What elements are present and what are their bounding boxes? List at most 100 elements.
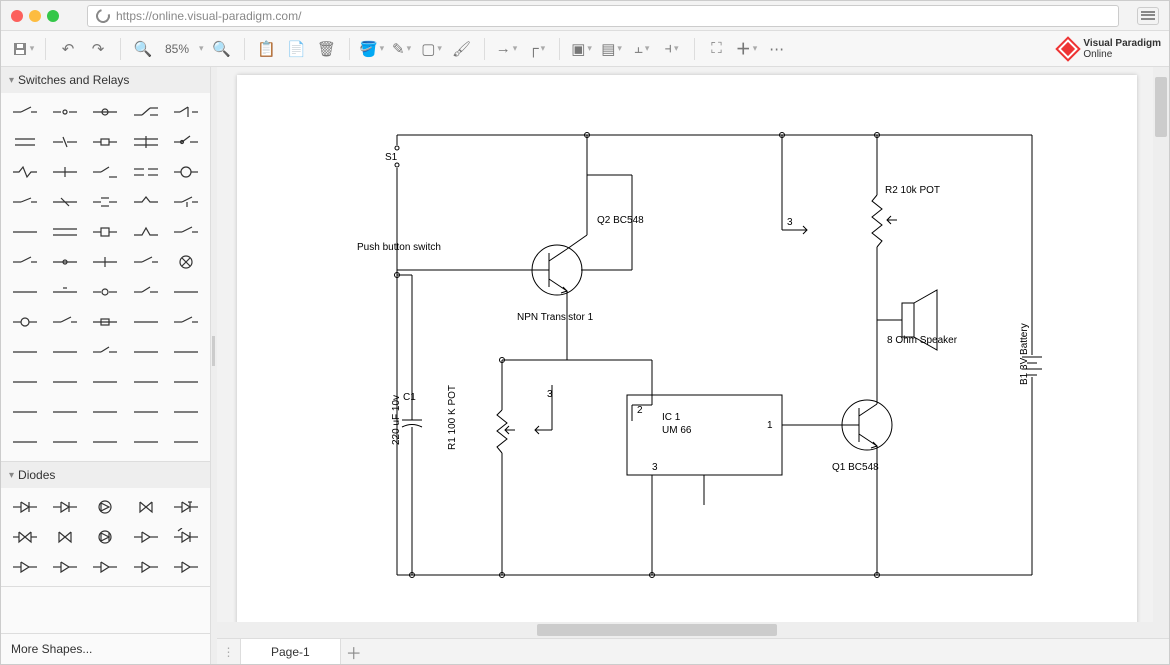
shape-item[interactable] [168, 159, 204, 185]
shape-item[interactable] [168, 399, 204, 425]
shape-item[interactable] [168, 219, 204, 245]
palette-header-diodes[interactable]: Diodes [1, 462, 210, 488]
maximize-window-button[interactable] [47, 10, 59, 22]
connector-start-button[interactable]: →▾ [493, 35, 521, 63]
canvas-scroll[interactable]: S1 Push button switch Q2 BC548 NPN Trans… [217, 67, 1169, 622]
horizontal-scrollbar[interactable] [217, 622, 1169, 638]
shape-item[interactable] [128, 399, 164, 425]
close-window-button[interactable] [11, 10, 23, 22]
shape-item[interactable] [128, 219, 164, 245]
shape-item[interactable] [47, 249, 83, 275]
shape-item[interactable] [47, 129, 83, 155]
save-button[interactable]: ▾ [9, 35, 37, 63]
shape-item[interactable] [128, 309, 164, 335]
shape-item[interactable] [87, 99, 123, 125]
shape-item[interactable] [128, 159, 164, 185]
shape-item[interactable] [47, 159, 83, 185]
shape-item[interactable] [7, 129, 43, 155]
menu-icon[interactable] [1137, 7, 1159, 25]
shape-item[interactable] [7, 524, 43, 550]
shape-item[interactable] [87, 399, 123, 425]
shape-item[interactable] [87, 249, 123, 275]
shape-item[interactable] [168, 524, 204, 550]
drawing-page[interactable]: S1 Push button switch Q2 BC548 NPN Trans… [237, 75, 1137, 622]
shape-item[interactable] [87, 429, 123, 455]
delete-button[interactable]: 🗑 [313, 35, 341, 63]
shape-item[interactable] [168, 99, 204, 125]
shape-item[interactable] [47, 219, 83, 245]
line-color-button[interactable]: ✎▾ [388, 35, 416, 63]
shape-item[interactable] [128, 429, 164, 455]
fill-color-button[interactable]: 🪣▾ [358, 35, 386, 63]
to-back-button[interactable]: ▤▾ [598, 35, 626, 63]
connector-style-button[interactable]: ┌▾ [523, 35, 551, 63]
shape-item[interactable] [87, 189, 123, 215]
more-button[interactable]: ⋯ [763, 35, 791, 63]
shape-item[interactable] [47, 339, 83, 365]
shape-item[interactable] [87, 554, 123, 580]
shape-item[interactable] [87, 159, 123, 185]
shape-item[interactable] [47, 494, 83, 520]
shape-item[interactable] [87, 339, 123, 365]
more-shapes-button[interactable]: More Shapes... [1, 633, 210, 664]
shape-item[interactable] [168, 429, 204, 455]
shape-item[interactable] [128, 129, 164, 155]
shadow-button[interactable]: ▢▾ [418, 35, 446, 63]
shape-item[interactable] [168, 129, 204, 155]
palette-header-switches[interactable]: Switches and Relays [1, 67, 210, 93]
distribute-button[interactable]: ⫞▾ [658, 35, 686, 63]
shape-item[interactable] [128, 339, 164, 365]
shape-item[interactable] [128, 249, 164, 275]
to-front-button[interactable]: ▣▾ [568, 35, 596, 63]
shape-item[interactable] [168, 279, 204, 305]
shape-item[interactable] [7, 99, 43, 125]
zoom-in-button[interactable]: 🔍 [208, 35, 236, 63]
shape-item[interactable] [7, 309, 43, 335]
shape-item[interactable] [87, 309, 123, 335]
shape-item[interactable] [47, 279, 83, 305]
align-button[interactable]: ⫠▾ [628, 35, 656, 63]
tab-page-1[interactable]: Page-1 [241, 639, 341, 664]
shape-item[interactable] [168, 249, 204, 275]
shape-item[interactable] [7, 219, 43, 245]
shape-item[interactable] [87, 219, 123, 245]
shape-item[interactable] [87, 369, 123, 395]
shape-item[interactable] [7, 399, 43, 425]
shape-item[interactable] [128, 189, 164, 215]
add-button[interactable]: ＋▾ [733, 35, 761, 63]
refresh-icon[interactable] [93, 6, 112, 25]
shape-item[interactable] [128, 494, 164, 520]
shape-item[interactable] [47, 369, 83, 395]
shape-item[interactable] [7, 339, 43, 365]
vertical-scrollbar[interactable] [1153, 67, 1169, 622]
shape-item[interactable] [168, 309, 204, 335]
shape-item[interactable] [168, 189, 204, 215]
redo-button[interactable]: ↷ [84, 35, 112, 63]
shape-item[interactable] [7, 429, 43, 455]
shape-item[interactable] [7, 189, 43, 215]
shape-item[interactable] [47, 524, 83, 550]
shape-item[interactable] [87, 279, 123, 305]
shape-item[interactable] [7, 249, 43, 275]
shape-item[interactable] [87, 494, 123, 520]
shape-item[interactable] [128, 279, 164, 305]
shape-item[interactable] [47, 399, 83, 425]
shape-item[interactable] [168, 339, 204, 365]
shape-item[interactable] [47, 554, 83, 580]
style-brush-button[interactable]: 🖌 [448, 35, 476, 63]
shape-item[interactable] [168, 494, 204, 520]
url-bar[interactable]: https://online.visual-paradigm.com/ [87, 5, 1119, 27]
add-page-button[interactable]: ＋ [341, 639, 367, 664]
shape-item[interactable] [7, 279, 43, 305]
minimize-window-button[interactable] [29, 10, 41, 22]
shape-item[interactable] [87, 129, 123, 155]
zoom-out-button[interactable]: 🔍 [129, 35, 157, 63]
copy-button[interactable]: 📋 [253, 35, 281, 63]
fit-selection-button[interactable]: ⛶ [703, 35, 731, 63]
shape-item[interactable] [128, 554, 164, 580]
zoom-value[interactable]: 85% [161, 42, 193, 56]
shape-item[interactable] [128, 369, 164, 395]
shape-item[interactable] [87, 524, 123, 550]
shape-item[interactable] [128, 99, 164, 125]
paste-button[interactable]: 📄 [283, 35, 311, 63]
